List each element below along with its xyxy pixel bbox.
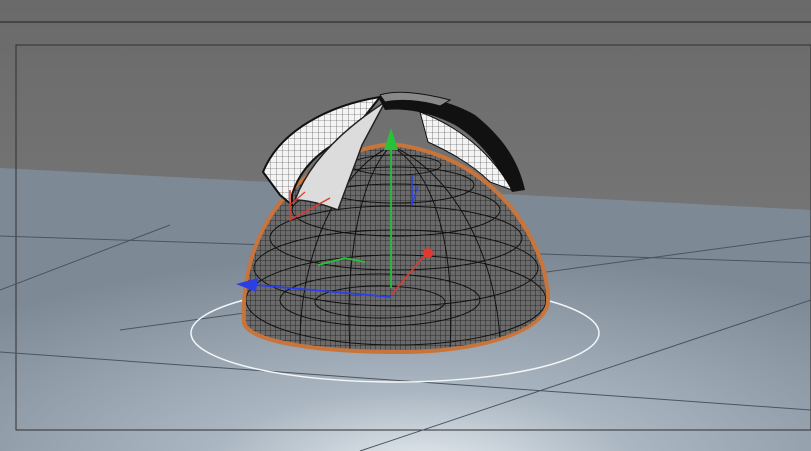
viewport-canvas[interactable] [0,0,811,451]
3d-viewport[interactable] [0,0,811,451]
